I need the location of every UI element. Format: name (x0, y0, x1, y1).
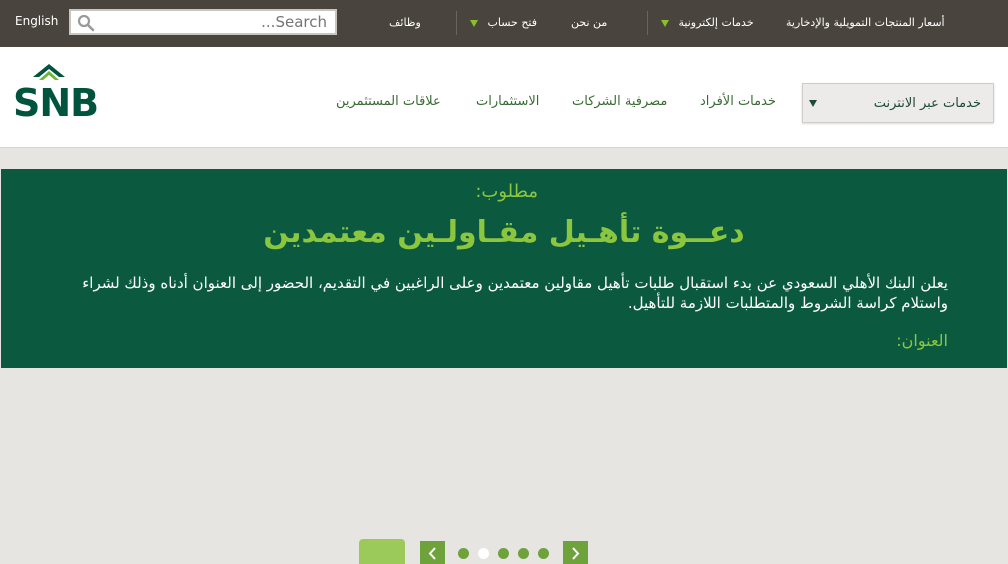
rates-link[interactable]: أسعار المنتجات التمويلية والإدخارية (786, 16, 945, 29)
banner-address-label: العنوان: (896, 331, 948, 350)
topbar-divider (647, 11, 648, 35)
chevron-down-icon (661, 19, 669, 27)
open-account-menu[interactable]: فتح حساب (470, 16, 537, 29)
slide-thumbnail[interactable] (359, 539, 405, 564)
eservices-label: خدمات إلكترونية (678, 16, 754, 29)
eservices-menu[interactable]: خدمات إلكترونية (661, 16, 754, 29)
jobs-link[interactable]: وظائف (389, 16, 421, 29)
slider-dot-1[interactable] (458, 548, 469, 559)
top-bar: English وظائف فتح حساب من نحن خدمات إلكت… (0, 0, 1008, 47)
search-icon[interactable] (77, 14, 95, 32)
nav-investor-relations[interactable]: علاقات المستثمرين (336, 94, 441, 109)
about-link[interactable]: من نحن (571, 16, 607, 29)
slider-next-button[interactable] (563, 541, 588, 564)
slider-prev-button[interactable] (420, 541, 445, 564)
logo-text: SNB (13, 81, 99, 125)
nav-corporate-banking[interactable]: مصرفية الشركات (572, 94, 667, 109)
snb-logo[interactable]: SNB (13, 64, 127, 122)
slider-dot-5[interactable] (538, 548, 549, 559)
slider-dot-4[interactable] (518, 548, 529, 559)
dropdown-arrow-icon (809, 100, 817, 107)
nav-personal-services[interactable]: خدمات الأفراد (700, 94, 776, 109)
topbar-divider (456, 11, 457, 35)
online-services-label: خدمات عبر الانترنت (873, 96, 981, 111)
slider-dot-3[interactable] (498, 548, 509, 559)
language-switch-link[interactable]: English (15, 14, 58, 28)
chevron-down-icon (470, 19, 478, 27)
open-account-label: فتح حساب (487, 16, 538, 29)
chevron-left-icon (428, 547, 436, 560)
online-services-dropdown[interactable]: خدمات عبر الانترنت (802, 83, 994, 123)
nav-investments[interactable]: الاستثمارات (476, 94, 539, 109)
search-input[interactable] (71, 11, 335, 33)
announcement-banner: مطلوب: دعــوة تأهـيل مقـاولـين معتمدين ي… (1, 169, 1007, 368)
banner-body: يعلن البنك الأهلي السعودي عن بدء استقبال… (82, 274, 948, 312)
chevron-right-icon (572, 547, 580, 560)
search-box (69, 9, 337, 35)
slider-dot-2[interactable] (478, 548, 489, 559)
banner-label: مطلوب: (475, 181, 538, 202)
banner-title: دعــوة تأهـيل مقـاولـين معتمدين (263, 215, 745, 250)
